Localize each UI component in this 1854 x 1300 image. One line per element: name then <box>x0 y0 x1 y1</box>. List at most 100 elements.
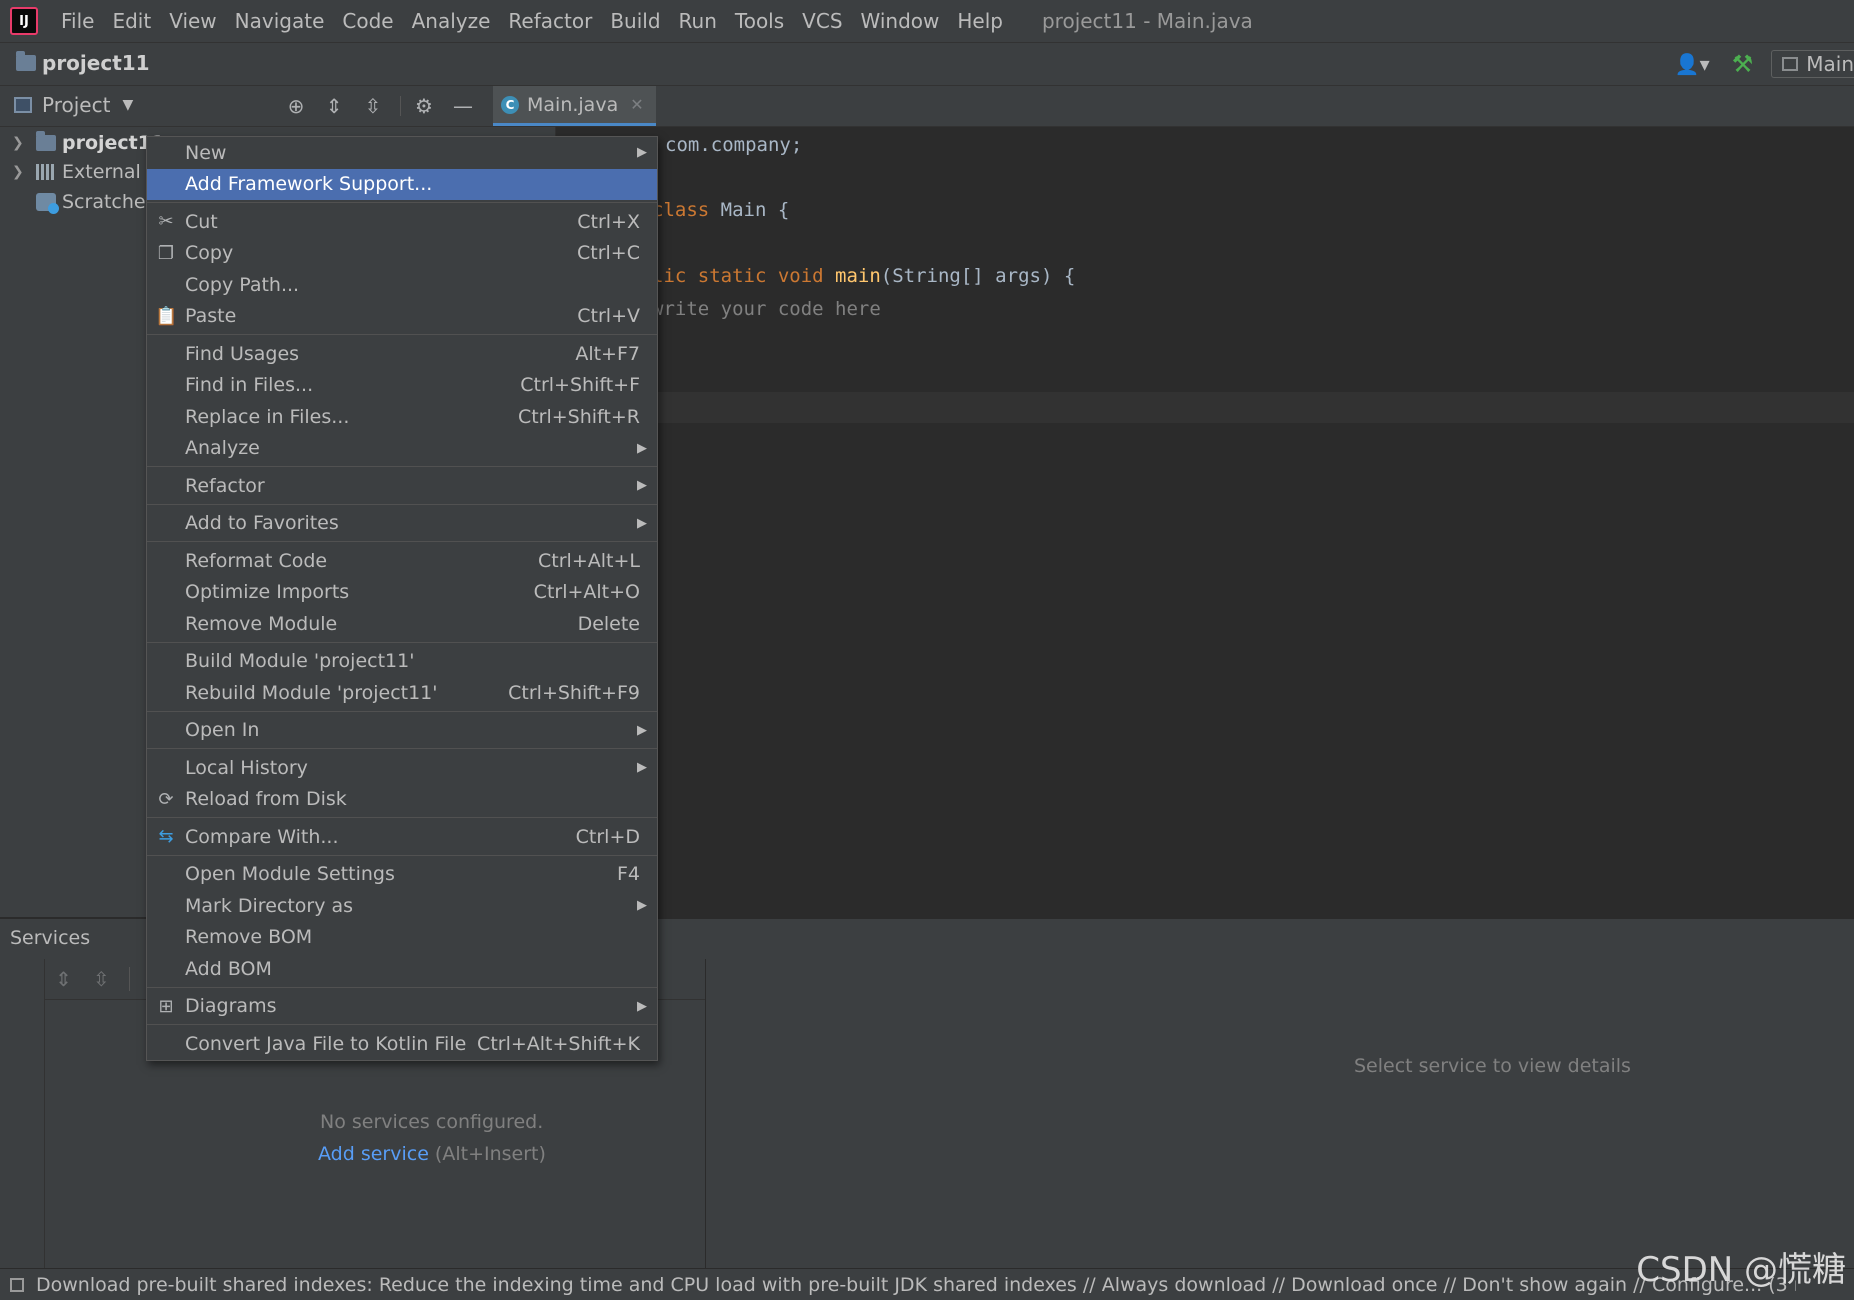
project-context-menu: New ▶ Add Framework Support... ✂ Cut Ctrl+X ❐ C… <box>146 136 658 1061</box>
menu-item-copy[interactable]: ❐ Copy Ctrl+C <box>147 238 657 270</box>
submenu-arrow-icon: ▶ <box>637 998 647 1014</box>
menu-item-label: Paste <box>185 305 237 328</box>
menu-item-diagrams[interactable]: ⊞ Diagrams ▶ <box>147 991 657 1023</box>
project-view-selector[interactable]: Project ▼ <box>14 93 133 117</box>
menu-item-refactor[interactable]: Refactor ▶ <box>147 470 657 502</box>
menu-item-mark-directory-as[interactable]: Mark Directory as ▶ <box>147 890 657 922</box>
run-configuration-selector[interactable]: Main <box>1771 50 1854 78</box>
menu-item-add-bom[interactable]: Add BOM <box>147 953 657 985</box>
menu-item-rebuild-module-project11[interactable]: Rebuild Module 'project11' Ctrl+Shift+F9 <box>147 677 657 709</box>
clipboard-icon: 📋 <box>155 305 178 327</box>
toolbar-divider <box>400 96 401 116</box>
menu-item-shortcut: Ctrl+X <box>577 210 640 233</box>
menu-separator <box>147 503 657 505</box>
menu-vcs[interactable]: VCS <box>793 9 851 33</box>
menu-item-new[interactable]: New ▶ <box>147 137 657 169</box>
menu-file[interactable]: File <box>52 9 103 33</box>
menu-item-label: Reformat Code <box>185 549 328 572</box>
expand-all-icon[interactable]: ⇕ <box>320 92 348 120</box>
tree-item-external-libraries[interactable]: ❯ External L <box>0 158 157 186</box>
java-class-icon: C <box>501 95 519 114</box>
project-toolbar: Project ▼ ⊕ ⇕ ⇳ ⚙ — <box>0 86 555 127</box>
submenu-arrow-icon: ▶ <box>637 440 647 456</box>
menu-item-open-in[interactable]: Open In ▶ <box>147 715 657 747</box>
menu-item-replace-in-files[interactable]: Replace in Files... Ctrl+Shift+R <box>147 401 657 433</box>
scissors-icon: ✂ <box>158 211 174 233</box>
expand-all-icon[interactable]: ⇕ <box>55 967 72 991</box>
menu-item-add-framework-support[interactable]: Add Framework Support... <box>147 168 657 200</box>
add-service-link[interactable]: Add service <box>318 1143 429 1165</box>
nav-project-crumb[interactable]: project11 <box>16 51 150 75</box>
submenu-arrow-icon: ▶ <box>637 898 647 914</box>
menu-separator <box>147 202 657 203</box>
service-details-placeholder: Select service to view details <box>1354 1055 1631 1077</box>
menu-item-reload-from-disk[interactable]: ⟳ Reload from Disk <box>147 784 657 816</box>
menu-item-reformat-code[interactable]: Reformat Code Ctrl+Alt+L <box>147 545 657 577</box>
submenu-arrow-icon: ▶ <box>637 515 647 531</box>
menu-item-label: Open In <box>185 719 260 742</box>
editor-tab-bar <box>555 86 1854 127</box>
menu-item-shortcut: Delete <box>577 612 640 635</box>
menu-item-label: Copy Path... <box>185 273 300 296</box>
menu-item-paste[interactable]: 📋 Paste Ctrl+V <box>147 301 657 333</box>
tree-item-scratches[interactable]: Scratches <box>0 188 156 216</box>
menu-analyze[interactable]: Analyze <box>403 9 500 33</box>
menu-item-label: Diagrams <box>185 995 277 1018</box>
user-dropdown-icon[interactable]: 👤▾ <box>1675 52 1710 76</box>
menu-item-copy-path[interactable]: Copy Path... <box>147 269 657 301</box>
submenu-arrow-icon: ▶ <box>637 145 647 161</box>
menu-item-find-usages[interactable]: Find Usages Alt+F7 <box>147 338 657 370</box>
tool-windows-toggle-icon[interactable] <box>10 1277 24 1292</box>
menu-run[interactable]: Run <box>670 9 726 33</box>
menu-item-label: Cut <box>185 210 218 233</box>
build-hammer-icon[interactable]: ⚒ <box>1732 50 1754 78</box>
menu-build[interactable]: Build <box>601 9 669 33</box>
tab-main-java[interactable]: C Main.java ✕ <box>493 86 656 126</box>
menu-item-add-to-favorites[interactable]: Add to Favorites ▶ <box>147 508 657 540</box>
menu-item-label: Find in Files... <box>185 374 314 397</box>
add-service-row: Add service (Alt+Insert) <box>318 1143 546 1165</box>
menu-item-local-history[interactable]: Local History ▶ <box>147 752 657 784</box>
code-line-class: class Main { <box>652 199 789 221</box>
collapse-all-icon[interactable]: ⇳ <box>359 92 387 120</box>
services-side-toolbar <box>0 959 45 1269</box>
menu-tools[interactable]: Tools <box>726 9 793 33</box>
menu-item-find-in-files[interactable]: Find in Files... Ctrl+Shift+F <box>147 370 657 402</box>
collapse-all-icon[interactable]: ⇳ <box>93 967 110 991</box>
menu-item-open-module-settings[interactable]: Open Module Settings F4 <box>147 859 657 891</box>
menu-item-shortcut: Ctrl+Shift+F9 <box>508 681 640 704</box>
menu-item-compare-with[interactable]: ⇆ Compare With... Ctrl+D <box>147 821 657 853</box>
locate-target-icon[interactable]: ⊕ <box>282 92 310 120</box>
menu-navigate[interactable]: Navigate <box>226 9 334 33</box>
status-message[interactable]: Download pre-built shared indexes: Reduc… <box>36 1274 1796 1296</box>
nav-project-label: project11 <box>42 51 150 75</box>
menu-view[interactable]: View <box>160 9 225 33</box>
menu-refactor[interactable]: Refactor <box>499 9 601 33</box>
menu-separator <box>147 641 657 643</box>
close-icon[interactable]: ✕ <box>630 95 643 114</box>
menu-item-cut[interactable]: ✂ Cut Ctrl+X <box>147 206 657 238</box>
menu-window[interactable]: Window <box>852 9 949 33</box>
minimize-icon[interactable]: — <box>449 92 477 120</box>
tree-item-project11[interactable]: ❯ project11 <box>0 129 164 157</box>
menu-item-convert-java-file-to-kotlin-file[interactable]: Convert Java File to Kotlin File Ctrl+Alt… <box>147 1028 657 1060</box>
menu-item-remove-module[interactable]: Remove Module Delete <box>147 608 657 640</box>
intellij-logo-icon: IJ <box>10 7 38 35</box>
menu-item-shortcut: Alt+F7 <box>575 342 640 365</box>
services-title: Services <box>10 927 91 949</box>
menu-item-build-module-project11[interactable]: Build Module 'project11' <box>147 646 657 678</box>
menu-item-optimize-imports[interactable]: Optimize Imports Ctrl+Alt+O <box>147 577 657 609</box>
menu-item-remove-bom[interactable]: Remove BOM <box>147 922 657 954</box>
code-editor[interactable] <box>555 127 1854 917</box>
gear-icon[interactable]: ⚙ <box>410 92 438 120</box>
chevron-right-icon[interactable]: ❯ <box>12 164 26 180</box>
menu-help[interactable]: Help <box>948 9 1012 33</box>
menu-separator <box>147 334 657 335</box>
menu-edit[interactable]: Edit <box>103 9 160 33</box>
chevron-right-icon[interactable]: ❯ <box>12 135 26 151</box>
menu-item-label: Open Module Settings <box>185 863 395 886</box>
menu-item-label: New <box>185 141 227 164</box>
menu-item-label: Remove BOM <box>185 926 313 949</box>
menu-code[interactable]: Code <box>333 9 402 33</box>
menu-item-analyze[interactable]: Analyze ▶ <box>147 433 657 465</box>
